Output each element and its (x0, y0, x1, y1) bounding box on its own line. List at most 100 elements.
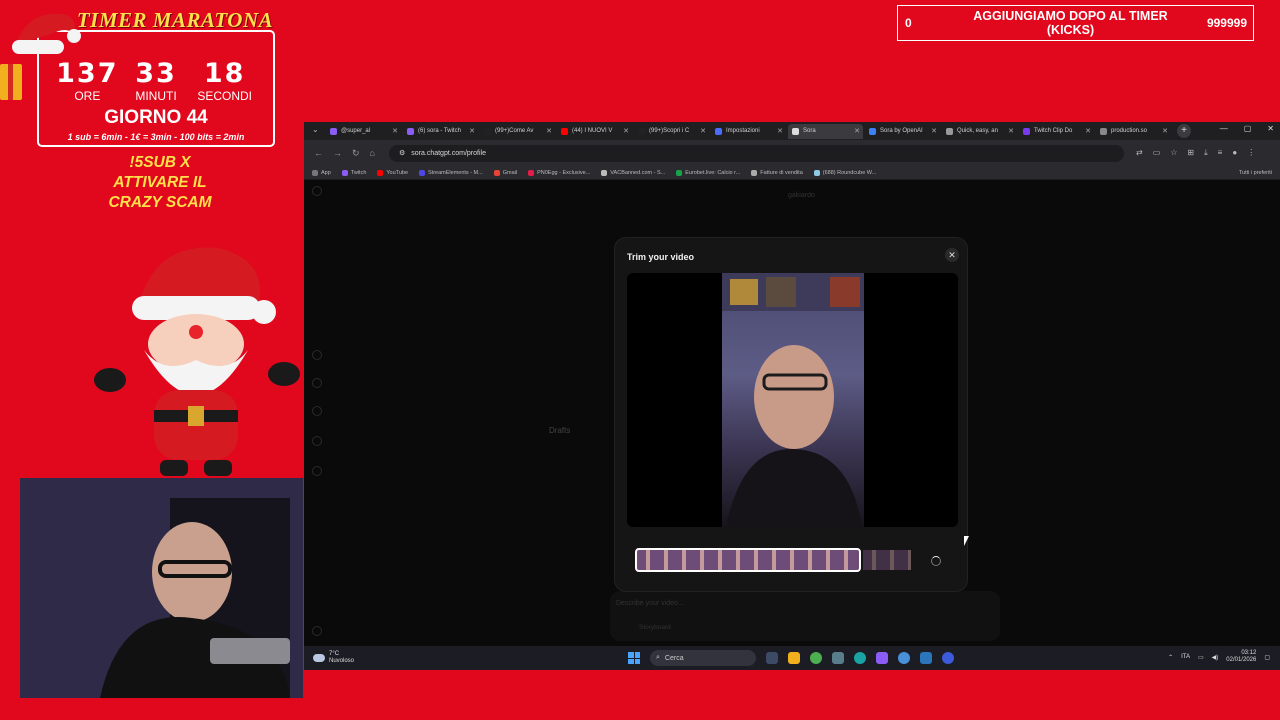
forward-icon[interactable]: → (333, 148, 342, 158)
bookmark-item[interactable]: YouTube (377, 169, 408, 176)
cast-icon[interactable]: ▭ (1153, 148, 1161, 158)
tab-close-icon[interactable]: ✕ (392, 127, 398, 135)
browser-tab[interactable]: (99+)Scopri i C ✕ (634, 124, 709, 139)
download-icon[interactable]: ⤓ (1204, 148, 1208, 158)
tab-label: production.so (1111, 128, 1148, 134)
modal-close-icon[interactable]: ✕ (945, 248, 959, 262)
browser-tab[interactable]: Impostazioni ✕ (711, 124, 786, 139)
browser-tab[interactable]: Sora ✕ (788, 123, 863, 139)
tab-close-icon[interactable]: ✕ (854, 127, 860, 135)
tab-search-icon[interactable]: ⌄ (312, 125, 319, 134)
browser-tab[interactable]: (99+)Come Av ✕ (480, 124, 555, 139)
bookmark-item[interactable]: VACBanned.com - S... (601, 169, 665, 176)
bookmark-item[interactable]: App (312, 169, 331, 176)
bookmark-star-icon[interactable]: ☆ (1170, 148, 1177, 158)
bookmark-item[interactable]: (688) Roundcube W... (813, 169, 876, 176)
mouse-cursor-icon (964, 536, 969, 546)
site-info-icon[interactable]: ⚙ (399, 149, 405, 157)
tab-close-icon[interactable]: ✕ (700, 127, 706, 135)
file-explorer-icon[interactable] (788, 652, 800, 664)
browser-tab[interactable]: Sora by OpenAI ✕ (865, 124, 940, 139)
gift-icon (0, 64, 22, 100)
browser-tab[interactable]: Quick, easy, an ✕ (942, 124, 1017, 139)
trim-selection[interactable] (635, 548, 861, 572)
system-tray: ⌃ ITA ▭ ◀) 03:12 02/01/2026 ▢ (1168, 650, 1270, 664)
close-window-icon[interactable]: ✕ (1267, 124, 1274, 133)
app-icon[interactable] (832, 652, 844, 664)
tab-close-icon[interactable]: ✕ (931, 127, 937, 135)
timer-rules: 1 sub = 6min - 1€ = 3min - 100 bits = 2m… (67, 132, 245, 142)
tab-favicon-icon (1100, 127, 1107, 135)
tab-close-icon[interactable]: ✕ (1008, 127, 1014, 135)
translate-icon[interactable]: ⇄ (1136, 148, 1143, 158)
chevron-up-icon[interactable]: ⌃ (1168, 654, 1173, 661)
prompt-box[interactable] (610, 591, 1000, 641)
bookmark-item[interactable]: PN0Egg - Exclusive... (528, 169, 590, 176)
network-icon[interactable]: ▭ (1198, 654, 1204, 661)
tab-label: (6) sora - Twitch (418, 128, 461, 134)
browser-tab[interactable]: (6) sora - Twitch ✕ (403, 124, 478, 139)
search-icon[interactable] (312, 378, 322, 388)
tab-close-icon[interactable]: ✕ (469, 127, 475, 135)
menu-icon[interactable]: ⋮ (1247, 148, 1255, 158)
timeline-unselected[interactable] (863, 550, 911, 570)
bookmark-favicon-icon (601, 169, 608, 176)
taskbar-search[interactable]: ⌕ Cerca (650, 650, 756, 666)
bookmark-item[interactable]: StreamElements - M... (419, 169, 483, 176)
settings-icon[interactable] (312, 626, 322, 636)
bookmark-item[interactable]: Fatture di vendita (751, 169, 803, 176)
edge-icon[interactable] (854, 652, 866, 664)
tab-close-icon[interactable]: ✕ (1162, 127, 1168, 135)
steam-icon[interactable] (920, 652, 932, 664)
storyboard-button[interactable]: Storyboard (639, 624, 671, 631)
minimize-icon[interactable]: — (1220, 124, 1228, 133)
explore-icon[interactable] (312, 350, 322, 360)
new-tab-button[interactable]: + (1177, 124, 1191, 138)
media-icon[interactable]: ≡ (1218, 148, 1223, 158)
bookmark-item[interactable]: Gmail (493, 169, 517, 176)
browser-tab[interactable]: (44) I NUOVI V ✕ (557, 124, 632, 139)
library-icon[interactable] (312, 436, 322, 446)
maximize-icon[interactable]: ▢ (1244, 124, 1252, 133)
profile-icon[interactable]: ● (1232, 148, 1237, 158)
notification-icon[interactable]: ▢ (1264, 654, 1270, 661)
url-input[interactable]: ⚙ sora.chatgpt.com/profile (388, 144, 1124, 162)
chrome-icon[interactable] (810, 652, 822, 664)
weather-status: Nuvoloso (329, 658, 355, 664)
likes-icon[interactable] (312, 406, 322, 416)
weather-widget[interactable]: 7°C Nuvoloso (304, 651, 354, 665)
tab-close-icon[interactable]: ✕ (623, 127, 629, 135)
tab-close-icon[interactable]: ✕ (546, 127, 552, 135)
trim-video-modal: Trim your video ✕ (614, 237, 968, 592)
tab-close-icon[interactable]: ✕ (777, 127, 783, 135)
twitch-app-icon[interactable] (876, 652, 888, 664)
search-icon: ⌕ (656, 654, 660, 661)
video-preview[interactable] (627, 273, 958, 527)
volume-icon[interactable]: ◀) (1212, 654, 1219, 661)
bookmark-item[interactable]: Eurobet.live: Calcio r... (676, 169, 740, 176)
webcam-feed (20, 478, 303, 698)
app3-icon[interactable] (942, 652, 954, 664)
prompt-input[interactable]: Describe your video... (616, 600, 684, 607)
task-view-icon[interactable] (766, 652, 778, 664)
back-icon[interactable]: ← (314, 148, 323, 158)
reload-icon[interactable]: ↻ (352, 148, 360, 159)
all-bookmarks[interactable]: Tutti i preferiti (1239, 170, 1272, 176)
windows-start-icon[interactable] (628, 652, 640, 664)
drafts-label[interactable]: Drafts (549, 426, 570, 435)
url-text: sora.chatgpt.com/profile (411, 149, 486, 157)
language[interactable]: ITA (1181, 654, 1190, 660)
home-icon[interactable]: ⌂ (370, 148, 375, 158)
sora-logo-icon[interactable] (312, 186, 322, 196)
browser-tab[interactable]: @super_al ✕ (326, 124, 401, 139)
extensions-icon[interactable]: ⊞ (1187, 148, 1194, 158)
tab-favicon-icon (869, 127, 876, 135)
bookmark-item[interactable]: Twitch (341, 169, 366, 176)
app2-icon[interactable] (898, 652, 910, 664)
clock[interactable]: 03:12 02/01/2026 (1226, 650, 1256, 664)
browser-tab[interactable]: Twitch Clip Do ✕ (1019, 124, 1094, 139)
browser-tab[interactable]: production.so ✕ (1096, 124, 1171, 139)
profile-nav-icon[interactable] (312, 466, 322, 476)
video-frame (722, 273, 864, 527)
tab-close-icon[interactable]: ✕ (1085, 127, 1091, 135)
